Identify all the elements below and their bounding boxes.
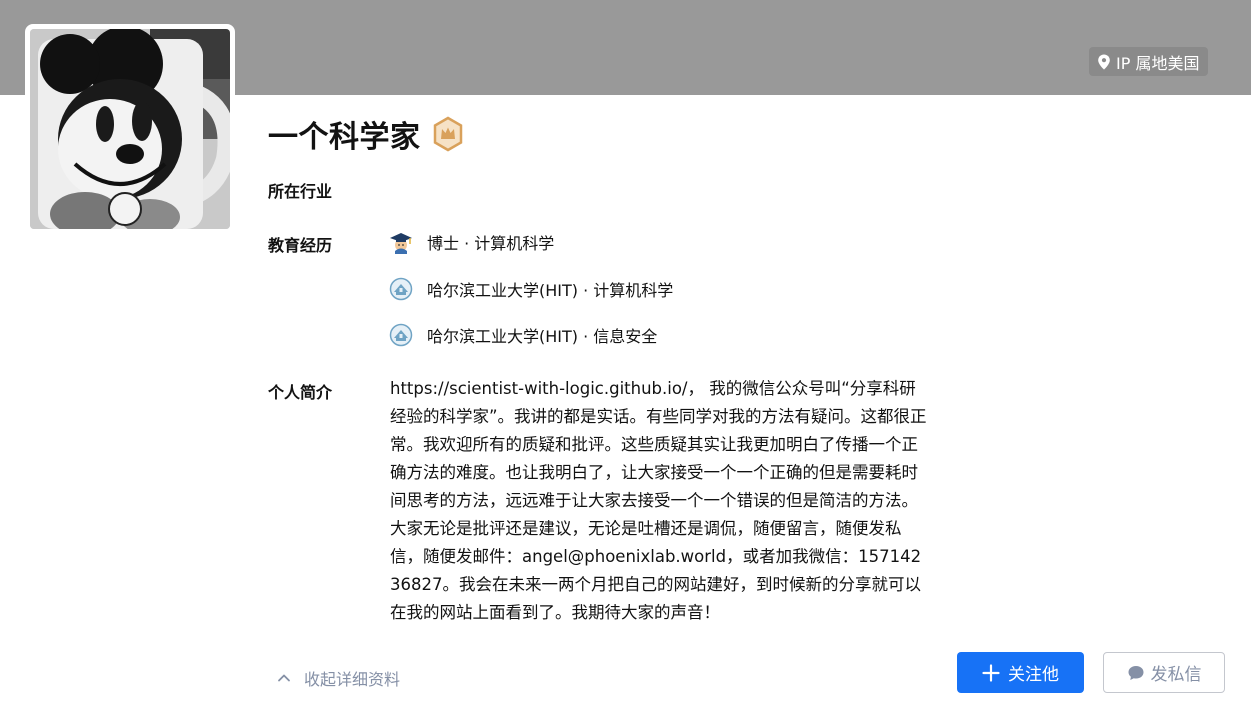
follow-button[interactable]: 关注他: [957, 652, 1084, 693]
profile-name: 一个科学家: [268, 120, 421, 155]
profile-page: IP 属地美国 一个科学家 所在行业 教育经历 博士 · 计算机科学 哈尔滨工业…: [0, 0, 1251, 704]
ip-location-badge: IP 属地美国: [1089, 47, 1209, 76]
location-pin-icon: [1097, 54, 1111, 70]
crown-badge-icon[interactable]: [431, 116, 465, 152]
profile-name-row: 一个科学家: [268, 112, 465, 156]
chat-bubble-icon: [1127, 664, 1145, 682]
chevron-up-icon: [276, 670, 292, 686]
collapse-details-link[interactable]: 收起详细资料: [276, 666, 400, 690]
education-school-text: 哈尔滨工业大学(HIT) · 计算机科学: [427, 281, 674, 300]
education-item: 博士 · 计算机科学: [389, 230, 554, 254]
plus-icon: [982, 663, 1000, 682]
send-message-button[interactable]: 发私信: [1103, 652, 1225, 693]
university-logo-icon: [389, 323, 413, 347]
education-item: 哈尔滨工业大学(HIT) · 信息安全: [389, 323, 657, 347]
avatar-image: [30, 29, 230, 229]
education-item: 哈尔滨工业大学(HIT) · 计算机科学: [389, 277, 673, 301]
industry-label: 所在行业: [268, 182, 333, 201]
university-logo-icon: [389, 277, 413, 301]
education-school-text: 哈尔滨工业大学(HIT) · 信息安全: [427, 327, 658, 346]
graduation-cap-icon: [389, 230, 413, 254]
bio-text: https://scientist-with-logic.github.io/，…: [390, 379, 927, 622]
follow-button-label: 关注他: [1008, 665, 1059, 685]
ip-location-text: IP 属地美国: [1116, 53, 1200, 73]
send-message-label: 发私信: [1150, 665, 1202, 685]
collapse-details-label: 收起详细资料: [304, 670, 401, 689]
education-label: 教育经历: [268, 236, 333, 255]
avatar[interactable]: [25, 24, 235, 234]
bio-label: 个人简介: [268, 383, 333, 402]
education-degree-text: 博士 · 计算机科学: [427, 234, 555, 253]
